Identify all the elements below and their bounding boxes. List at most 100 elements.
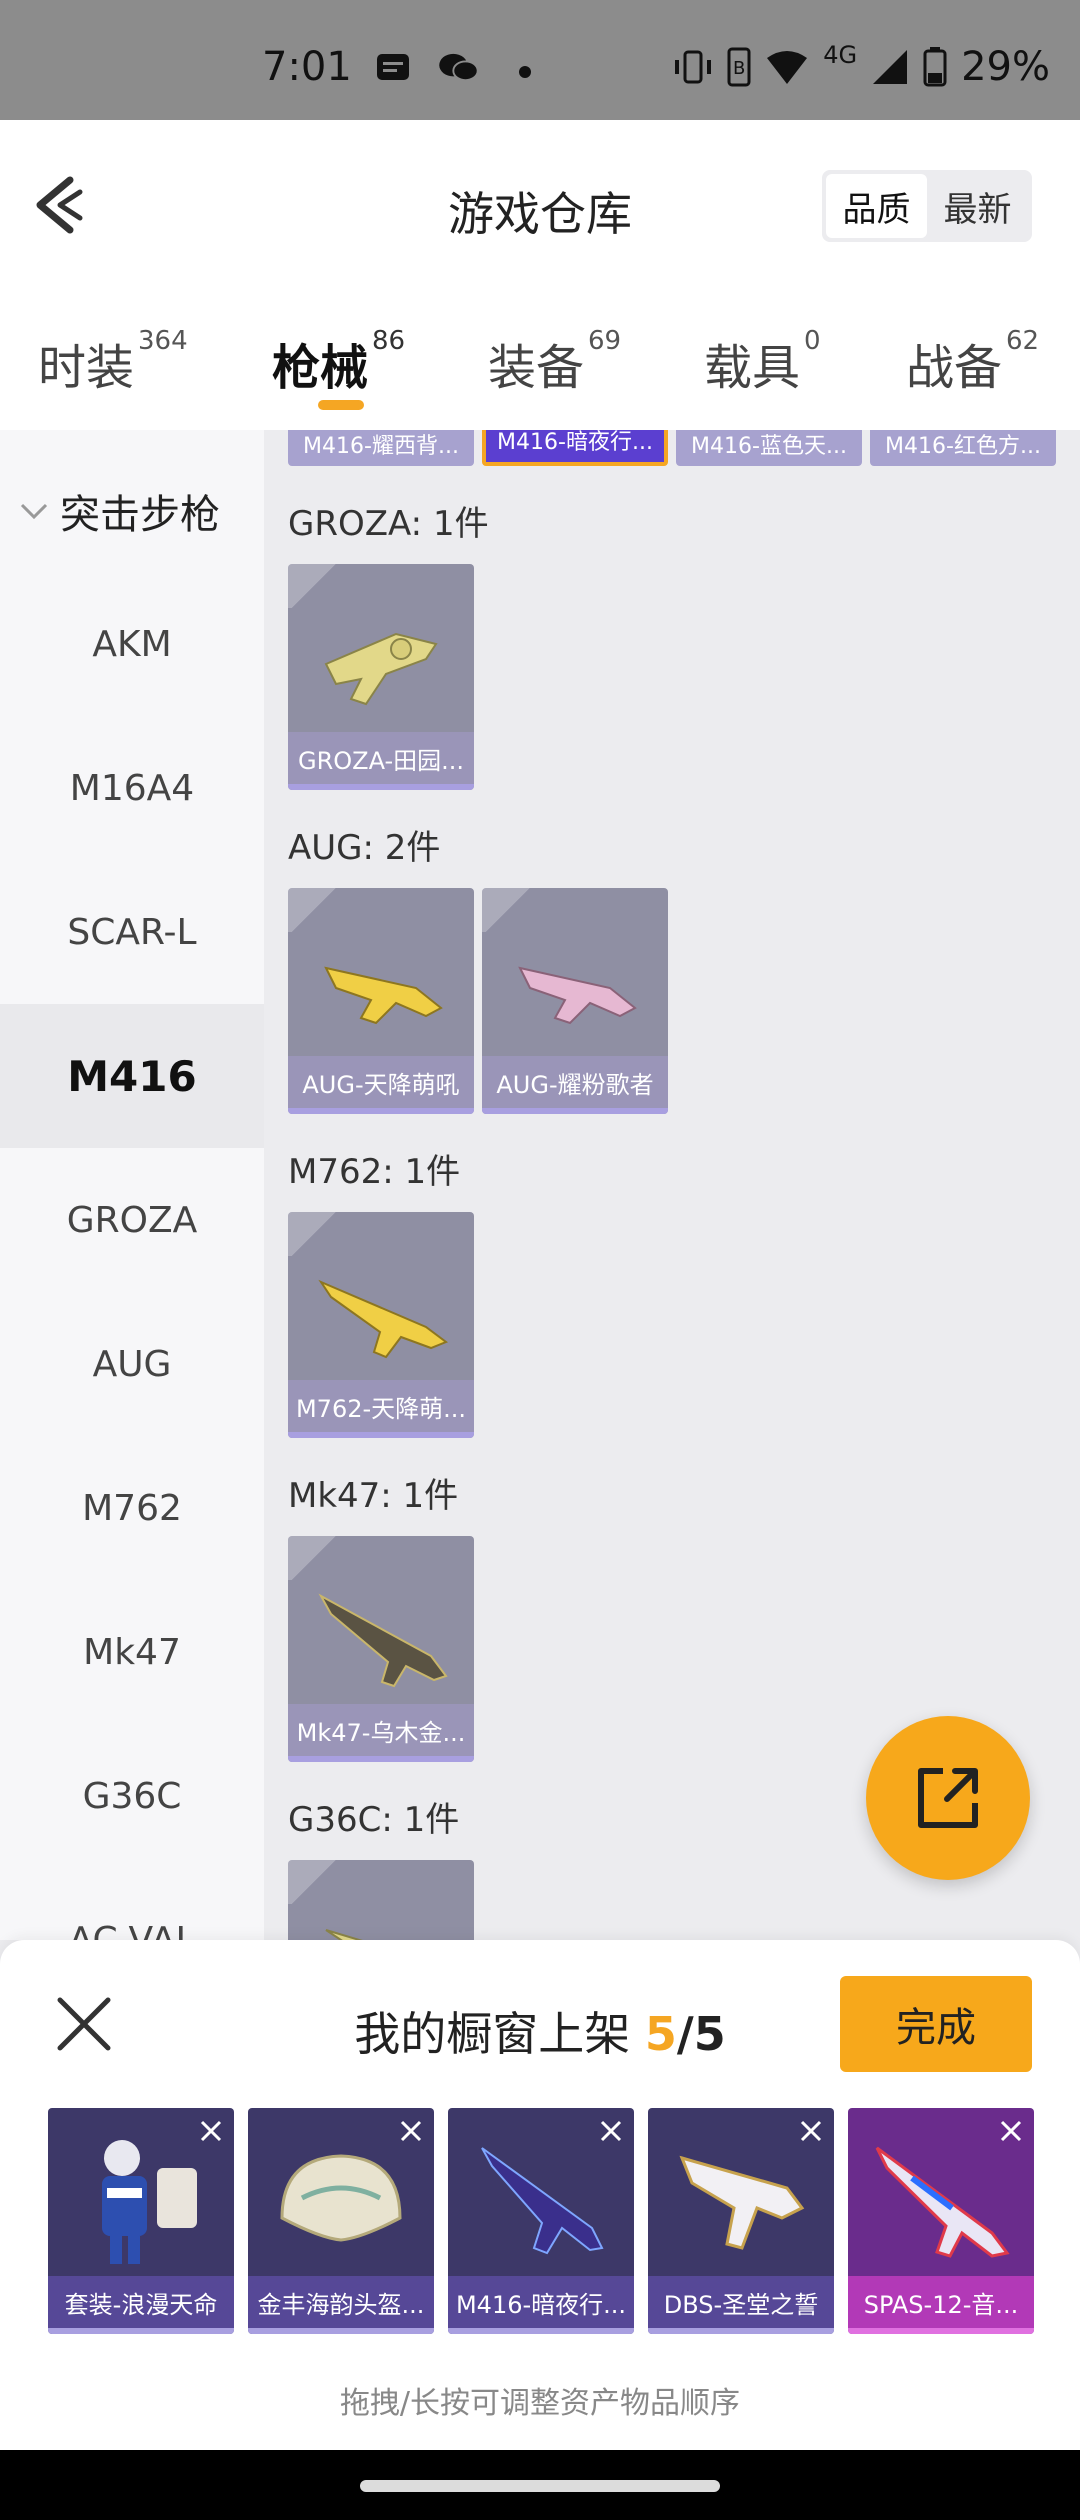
category-tabs: 时装 364 枪械 86 装备 69 载具 0 战备 62 <box>0 290 1080 430</box>
shotgun-icon <box>679 2155 805 2250</box>
weapon-grid: M416-耀西背... M416-暗夜行... M416-蓝色天... M416… <box>264 430 1080 1940</box>
tab-equipment[interactable]: 装备 69 <box>488 326 621 398</box>
vibrate-icon <box>675 50 712 84</box>
gun-icon <box>481 2147 604 2255</box>
sidebar-item-mk47[interactable]: Mk47 <box>0 1580 264 1724</box>
svg-text:B: B <box>733 58 745 79</box>
group-title: AUG: 2件 <box>288 828 441 868</box>
remove-icon[interactable] <box>794 2114 828 2148</box>
tab-count: 0 <box>804 326 821 356</box>
status-right: B 4G 29% <box>673 41 1050 90</box>
item-card[interactable]: AUG-耀粉歌者 <box>482 888 668 1114</box>
item-card[interactable]: M416-红色方... <box>870 430 1056 466</box>
item-card[interactable]: Mk47-乌木金... <box>288 1536 474 1762</box>
sidebar-item-m416[interactable]: M416 <box>0 1004 264 1148</box>
sidebar-category[interactable]: 突击步枪 <box>18 482 220 540</box>
gun-icon <box>518 966 637 1025</box>
sort-newest-button[interactable]: 最新 <box>927 174 1028 238</box>
tab-vehicles[interactable]: 载具 0 <box>704 326 821 398</box>
remove-icon[interactable] <box>994 2114 1028 2148</box>
group-title: GROZA: 1件 <box>288 504 489 544</box>
rarity-bar <box>448 2328 634 2334</box>
showcase-item[interactable]: 金丰海韵头盔... <box>248 2108 434 2334</box>
check-icon <box>482 888 534 932</box>
rarity-bar <box>288 1432 474 1438</box>
item-card[interactable]: AUG-天降萌吼 <box>288 888 474 1114</box>
tab-count: 364 <box>138 326 188 356</box>
share-icon <box>918 1768 978 1828</box>
tab-supplies[interactable]: 战备 62 <box>906 326 1040 398</box>
status-bar: 7:01 B 4G 29% <box>0 0 1080 120</box>
shotgun-icon <box>875 2146 1010 2258</box>
check-icon <box>288 1536 340 1580</box>
network-label: 4G <box>823 41 858 69</box>
tab-label: 装备 <box>488 340 585 396</box>
remove-icon[interactable] <box>594 2114 628 2148</box>
sidebar-item-aug[interactable]: AUG <box>0 1292 264 1436</box>
gun-icon <box>318 1593 448 1688</box>
showcase-panel: 我的橱窗上架 5/5 完成 套装-浪漫天命 金丰海韵头盔... M416-暗夜行… <box>0 1940 1080 2450</box>
check-icon <box>288 564 340 608</box>
tab-fashion[interactable]: 时装 364 <box>38 326 188 398</box>
showcase-item[interactable]: SPAS-12-音... <box>848 2108 1034 2334</box>
group-title: G36C: 1件 <box>288 1800 460 1840</box>
status-time: 7:01 <box>262 44 352 90</box>
signal-icon <box>873 50 908 84</box>
showcase-item-label: 金丰海韵头盔... <box>248 2276 434 2328</box>
showcase-item-label: 套装-浪漫天命 <box>48 2276 234 2328</box>
gun-icon <box>325 1929 363 1940</box>
showcase-item-label: M416-暗夜行... <box>448 2276 634 2328</box>
item-card[interactable]: GROZA-田园... <box>288 564 474 790</box>
check-icon <box>288 888 340 932</box>
rarity-bar <box>482 1108 668 1114</box>
tab-count: 86 <box>372 326 406 356</box>
sidebar-item-groza[interactable]: GROZA <box>0 1148 264 1292</box>
gun-icon <box>318 1279 449 1359</box>
remove-icon[interactable] <box>194 2114 228 2148</box>
done-button[interactable]: 完成 <box>840 1976 1032 2072</box>
showcase-separator: / <box>676 2007 694 2061</box>
rarity-bar <box>288 1756 474 1762</box>
sidebar-item-ac-val[interactable]: AC-VAL <box>0 1868 264 1941</box>
showcase-item[interactable]: DBS-圣堂之誓 <box>648 2108 834 2334</box>
share-fab[interactable] <box>866 1716 1030 1880</box>
rarity-bar <box>288 784 474 790</box>
tab-label: 载具 <box>704 340 801 396</box>
item-card[interactable]: M416-蓝色天... <box>676 430 862 466</box>
showcase-item[interactable]: M416-暗夜行... <box>448 2108 634 2334</box>
reorder-hint: 拖拽/长按可调整资产物品顺序 <box>339 2386 741 2421</box>
nfc-icon: B <box>727 47 751 87</box>
tab-count: 62 <box>1006 326 1040 356</box>
gun-icon <box>324 632 438 706</box>
sidebar-item-akm[interactable]: AKM <box>0 572 264 716</box>
sort-quality-button[interactable]: 品质 <box>826 174 927 238</box>
rarity-bar <box>288 1108 474 1114</box>
home-indicator[interactable] <box>360 2480 720 2492</box>
item-label: GROZA-田园... <box>288 732 474 784</box>
item-card[interactable]: M762-天降萌... <box>288 1212 474 1438</box>
item-card[interactable]: M416-耀西背... <box>288 430 474 466</box>
item-label: AUG-耀粉歌者 <box>482 1056 668 1108</box>
group-title: Mk47: 1件 <box>288 1476 459 1516</box>
sidebar-item-m16a4[interactable]: M16A4 <box>0 716 264 860</box>
showcase-count: 5 <box>644 2007 677 2061</box>
showcase-item[interactable]: 套装-浪漫天命 <box>48 2108 234 2334</box>
sidebar-item-g36c[interactable]: G36C <box>0 1724 264 1868</box>
tab-firearms[interactable]: 枪械 86 <box>272 326 406 398</box>
app-header: 游戏仓库 品质 最新 <box>0 120 1080 290</box>
sidebar-category-label: 突击步枪 <box>60 492 220 538</box>
item-card[interactable] <box>288 1860 474 1940</box>
battery-icon <box>923 47 947 87</box>
remove-icon[interactable] <box>394 2114 428 2148</box>
tab-label: 战备 <box>906 340 1003 396</box>
sidebar-item-m762[interactable]: M762 <box>0 1436 264 1580</box>
tab-label: 时装 <box>38 340 135 396</box>
outfit-icon <box>102 2140 197 2264</box>
helmet-icon <box>280 2154 402 2242</box>
showcase-item-label: DBS-圣堂之誓 <box>648 2276 834 2328</box>
item-card-selected[interactable]: M416-暗夜行... <box>482 430 668 466</box>
sidebar-item-scar-l[interactable]: SCAR-L <box>0 860 264 1004</box>
showcase-title-text: 我的橱窗上架 <box>354 2007 631 2061</box>
chevron-down-icon <box>20 503 48 520</box>
group-title: M762: 1件 <box>288 1152 461 1192</box>
